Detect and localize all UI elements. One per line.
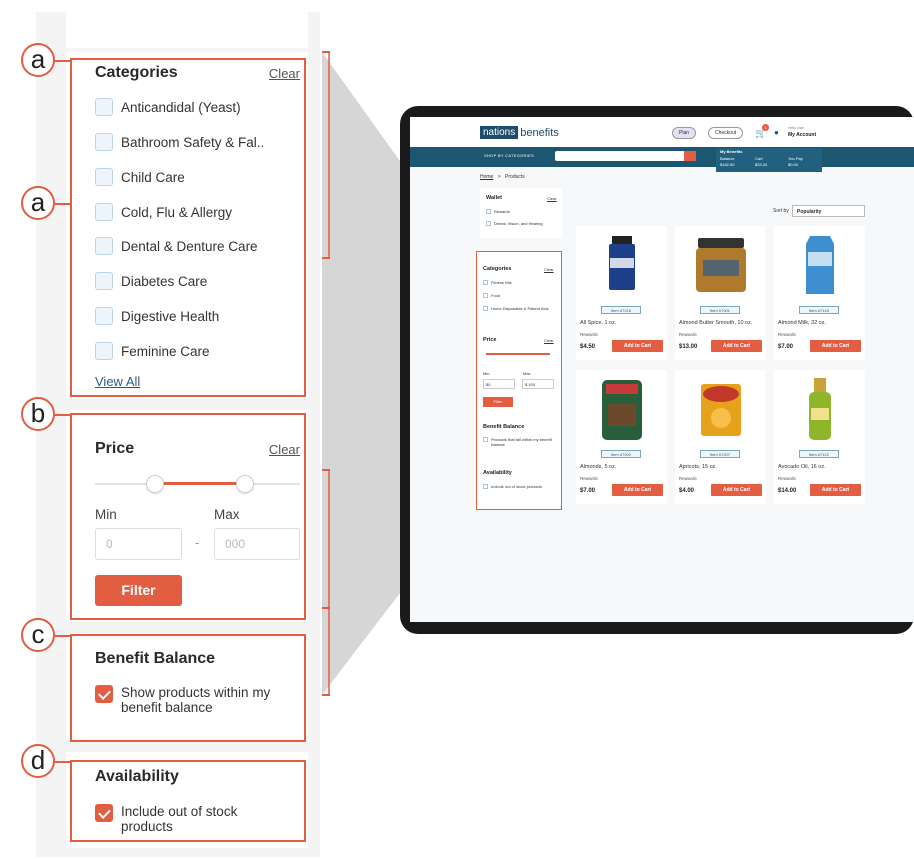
wallet-checkbox[interactable] bbox=[486, 221, 491, 226]
breadcrumb-home[interactable]: Home bbox=[480, 174, 493, 180]
wallet-clear-link[interactable]: Clear bbox=[547, 196, 557, 201]
product-image[interactable] bbox=[675, 226, 766, 306]
product-card[interactable]: Item #7207 Apricots, 15 oz. Rewards $4.0… bbox=[675, 370, 766, 504]
logo-text: benefits bbox=[520, 126, 559, 139]
rewards-label: Rewards bbox=[778, 332, 796, 337]
product-name[interactable]: Almonds, 5 oz. bbox=[580, 464, 616, 470]
sidebar-max-input[interactable]: $ 100 bbox=[522, 379, 554, 389]
sidebar-availability-label: Include out of stock products bbox=[491, 484, 542, 489]
product-price: $4.50 bbox=[580, 344, 596, 350]
search-button[interactable] bbox=[684, 151, 696, 161]
sidebar-max-label: Max bbox=[523, 371, 531, 376]
product-price: $7.00 bbox=[778, 344, 794, 350]
benefits-title: My Benefits bbox=[720, 149, 743, 154]
product-price: $14.00 bbox=[778, 488, 797, 494]
product-name[interactable]: Avocado Oil, 16 oz. bbox=[778, 464, 826, 470]
product-search-input[interactable] bbox=[555, 151, 695, 161]
wallet-title: Wallet bbox=[486, 195, 502, 201]
item-number-tag: Item #7002 bbox=[601, 450, 641, 458]
item-number-tag: Item #7207 bbox=[700, 450, 740, 458]
checkout-button[interactable]: Checkout bbox=[708, 127, 744, 139]
breadcrumb-separator: > bbox=[497, 174, 501, 180]
account-menu[interactable]: My Account bbox=[788, 132, 816, 138]
product-card[interactable]: Item #7001 Almond Butter Smooth, 10 oz. … bbox=[675, 226, 766, 360]
add-to-cart-button[interactable]: Add to Cart bbox=[612, 484, 663, 496]
add-to-cart-button[interactable]: Add to Cart bbox=[612, 340, 663, 352]
add-to-cart-button[interactable]: Add to Cart bbox=[711, 340, 762, 352]
product-name[interactable]: Apricots, 15 oz. bbox=[679, 464, 717, 470]
sidebar-filter-button[interactable]: Filter bbox=[483, 397, 513, 407]
sidebar-categories-title: Categories bbox=[483, 266, 512, 272]
product-name[interactable]: Almond Butter Smooth, 10 oz. bbox=[679, 320, 752, 326]
item-number-tag: Item #7001 bbox=[700, 306, 740, 314]
user-icon[interactable]: ● bbox=[774, 128, 779, 137]
add-to-cart-button[interactable]: Add to Cart bbox=[711, 484, 762, 496]
breadcrumb-current: Products bbox=[505, 174, 525, 180]
product-image[interactable] bbox=[774, 370, 865, 450]
site-logo[interactable]: nations benefits bbox=[480, 126, 559, 139]
breadcrumb: Home > Products bbox=[480, 174, 525, 180]
product-price: $13.00 bbox=[679, 344, 698, 350]
benefit-cart-label: Cart bbox=[755, 156, 763, 161]
product-name[interactable]: Almond Milk, 32 oz. bbox=[778, 320, 826, 326]
cart-badge: 1 bbox=[762, 124, 769, 131]
rewards-label: Rewards bbox=[679, 476, 697, 481]
sort-by-label: Sort by bbox=[773, 208, 789, 214]
rewards-label: Rewards bbox=[679, 332, 697, 337]
sidebar-benefit-label: Products that fall within my benefit bal… bbox=[491, 437, 552, 447]
sidebar-price-clear[interactable]: Clear bbox=[544, 338, 554, 343]
sidebar-min-input[interactable]: $0 bbox=[483, 379, 515, 389]
add-to-cart-button[interactable]: Add to Cart bbox=[810, 484, 861, 496]
rewards-label: Rewards bbox=[580, 476, 598, 481]
account-greeting: Hello User bbox=[788, 126, 805, 130]
sidebar-price-title: Price bbox=[483, 337, 497, 343]
sidebar-benefit-title: Benefit Balance bbox=[483, 424, 525, 430]
product-image[interactable] bbox=[675, 370, 766, 450]
product-name[interactable]: All Spice, 1 oz. bbox=[580, 320, 616, 326]
sidebar-benefit-checkbox[interactable] bbox=[483, 437, 488, 442]
sidebar-min-label: Min bbox=[483, 371, 490, 376]
add-to-cart-button[interactable]: Add to Cart bbox=[810, 340, 861, 352]
sidebar-availability-title: Availability bbox=[483, 470, 512, 476]
wallet-checkbox[interactable] bbox=[486, 209, 491, 214]
benefit-you-pay-label: You Pay bbox=[788, 156, 803, 161]
product-image[interactable] bbox=[576, 370, 667, 450]
product-card[interactable]: Item #7122 Avocado Oil, 16 oz. Rewards $… bbox=[774, 370, 865, 504]
sidebar-price-slider[interactable] bbox=[486, 353, 550, 355]
sidebar-category-label: Home Disposable & Patient Aids bbox=[491, 306, 549, 311]
shop-by-categories-menu[interactable]: SHOP BY CATEGORIES bbox=[484, 153, 534, 158]
logo-mark: nations bbox=[480, 126, 519, 139]
benefit-cart-value: $33.20 bbox=[755, 162, 768, 167]
sort-by-select[interactable]: Popularity bbox=[792, 205, 865, 217]
item-number-tag: Item #7218 bbox=[601, 306, 641, 314]
rewards-label: Rewards bbox=[580, 332, 598, 337]
tablet-screen: nations benefits Plan Checkout 🛒 1 ● Hel… bbox=[410, 117, 914, 622]
sidebar-availability-checkbox[interactable] bbox=[483, 484, 488, 489]
benefit-you-pay-value: $0.00 bbox=[788, 162, 799, 167]
product-price: $4.00 bbox=[679, 488, 695, 494]
product-card[interactable]: Item #7002 Almonds, 5 oz. Rewards $7.00 … bbox=[576, 370, 667, 504]
wallet-item-label: Dental, Vision, and Hearing bbox=[494, 221, 543, 226]
wallet-item-label: Rewards bbox=[494, 209, 510, 214]
product-card[interactable]: Item #7218 All Spice, 1 oz. Rewards $4.5… bbox=[576, 226, 667, 360]
product-card[interactable]: Item #7143 Almond Milk, 32 oz. Rewards $… bbox=[774, 226, 865, 360]
plan-selector[interactable]: Plan bbox=[672, 127, 697, 139]
rewards-label: Rewards bbox=[778, 476, 796, 481]
sidebar-category-checkbox[interactable] bbox=[483, 306, 488, 311]
benefit-balance-value: $182.50 bbox=[720, 162, 735, 167]
sidebar-category-checkbox[interactable] bbox=[483, 293, 488, 298]
product-price: $7.00 bbox=[580, 488, 596, 494]
sidebar-category-checkbox[interactable] bbox=[483, 280, 488, 285]
sidebar-category-label: Food bbox=[491, 293, 501, 298]
product-image[interactable] bbox=[774, 226, 865, 306]
product-image[interactable] bbox=[576, 226, 667, 306]
item-number-tag: Item #7122 bbox=[799, 450, 839, 458]
item-number-tag: Item #7143 bbox=[799, 306, 839, 314]
sidebar-categories-clear[interactable]: Clear bbox=[544, 267, 554, 272]
sidebar-category-label: Fitness Kits bbox=[491, 280, 512, 285]
benefit-balance-label: Balance bbox=[720, 156, 735, 161]
